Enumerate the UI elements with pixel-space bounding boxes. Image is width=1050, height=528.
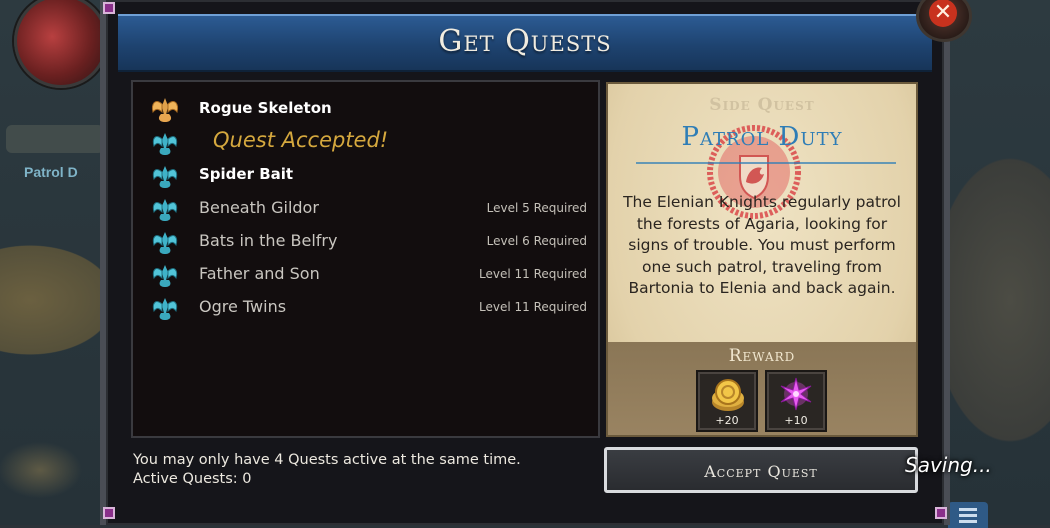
active-quests-count: Active Quests: 0 xyxy=(133,471,252,487)
blue-wing-emblem-icon xyxy=(152,298,178,320)
blue-wing-emblem-icon xyxy=(152,166,178,188)
quest-name: Father and Son xyxy=(199,264,320,283)
reward-amount: +10 xyxy=(784,414,808,427)
quest-level-requirement: Level 11 Required xyxy=(479,267,587,281)
frame-rivet xyxy=(103,2,115,14)
blue-wing-emblem-icon xyxy=(152,199,178,221)
accept-quest-button[interactable]: Accept Quest xyxy=(604,447,918,493)
frame-rivet xyxy=(935,507,947,519)
reward-amount: +20 xyxy=(715,414,739,427)
blue-wing-emblem-icon xyxy=(152,265,178,287)
quest-accepted-status: Quest Accepted! xyxy=(213,128,389,152)
dialog-title: Get Quests xyxy=(438,24,612,59)
quest-row-spider-bait[interactable]: Spider Bait xyxy=(147,160,587,190)
gold-wing-emblem-icon xyxy=(152,98,178,122)
quest-type-label: Side Quest xyxy=(709,95,815,115)
quest-row-ogre-twins[interactable]: Ogre Twins Level 11 Required xyxy=(147,292,587,322)
quest-row-father-and-son[interactable]: Father and Son Level 11 Required xyxy=(147,259,587,289)
close-icon: ✕ xyxy=(929,0,957,27)
quest-title: Patrol Duty xyxy=(681,122,843,152)
menu-list-icon[interactable] xyxy=(948,502,988,528)
reward-label: Reward xyxy=(728,346,796,366)
background-hud-chip xyxy=(6,125,104,153)
reward-slot-star[interactable]: +10 xyxy=(765,370,827,432)
quest-description: The Elenian Knights regularly patrol the… xyxy=(623,193,901,297)
blue-wing-emblem-icon xyxy=(152,232,178,254)
quest-level-requirement: Level 11 Required xyxy=(479,300,587,314)
quest-name: Beneath Gildor xyxy=(199,198,319,217)
quest-row-beneath-gildor[interactable]: Beneath Gildor Level 5 Required xyxy=(147,193,587,223)
quest-name: Rogue Skeleton xyxy=(199,99,332,117)
quest-limit-text: You may only have 4 Quests active at the… xyxy=(133,452,521,468)
quest-name: Spider Bait xyxy=(199,165,294,183)
gold-coins-icon xyxy=(712,379,744,411)
quest-row-bats-in-the-belfry[interactable]: Bats in the Belfry Level 6 Required xyxy=(147,226,587,256)
frame-rivet xyxy=(103,507,115,519)
saving-indicator: Saving... xyxy=(905,453,992,477)
quest-level-requirement: Level 5 Required xyxy=(486,201,587,215)
reward-slot-gold[interactable]: +20 xyxy=(696,370,758,432)
blue-wing-emblem-icon xyxy=(152,133,178,155)
quest-name: Bats in the Belfry xyxy=(199,231,338,250)
quest-row-accepted[interactable]: Quest Accepted! xyxy=(147,127,587,157)
quest-name: Ogre Twins xyxy=(199,297,287,316)
purple-star-icon xyxy=(780,377,812,411)
quest-level-requirement: Level 6 Required xyxy=(486,234,587,248)
dialog-header: Get Quests xyxy=(118,14,932,72)
title-divider xyxy=(636,162,896,164)
quest-list-panel: Rogue Skeleton Quest Accepted! Spider Ba… xyxy=(131,80,600,438)
quest-row-rogue-skeleton[interactable]: Rogue Skeleton xyxy=(147,94,587,124)
quest-detail-panel: Side Quest Patrol Duty The Elenian Knigh… xyxy=(606,82,918,437)
accept-quest-label: Accept Quest xyxy=(704,462,818,481)
